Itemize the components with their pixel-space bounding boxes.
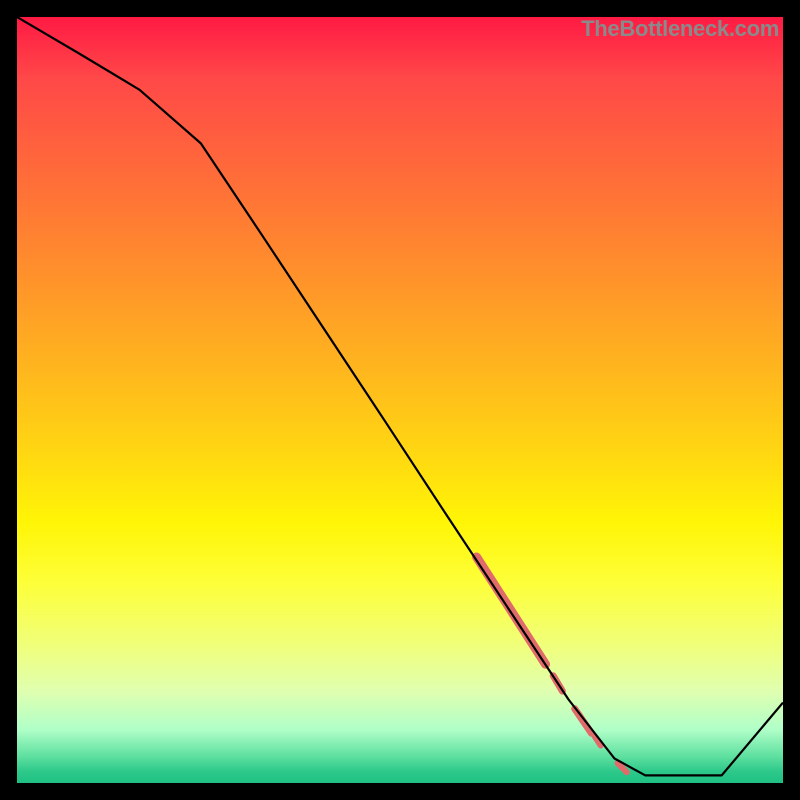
highlight-group	[477, 557, 627, 772]
data-curve	[17, 17, 783, 775]
chart-container: TheBottleneck.com	[0, 0, 800, 800]
chart-svg	[17, 17, 783, 783]
plot-area: TheBottleneck.com	[17, 17, 783, 783]
